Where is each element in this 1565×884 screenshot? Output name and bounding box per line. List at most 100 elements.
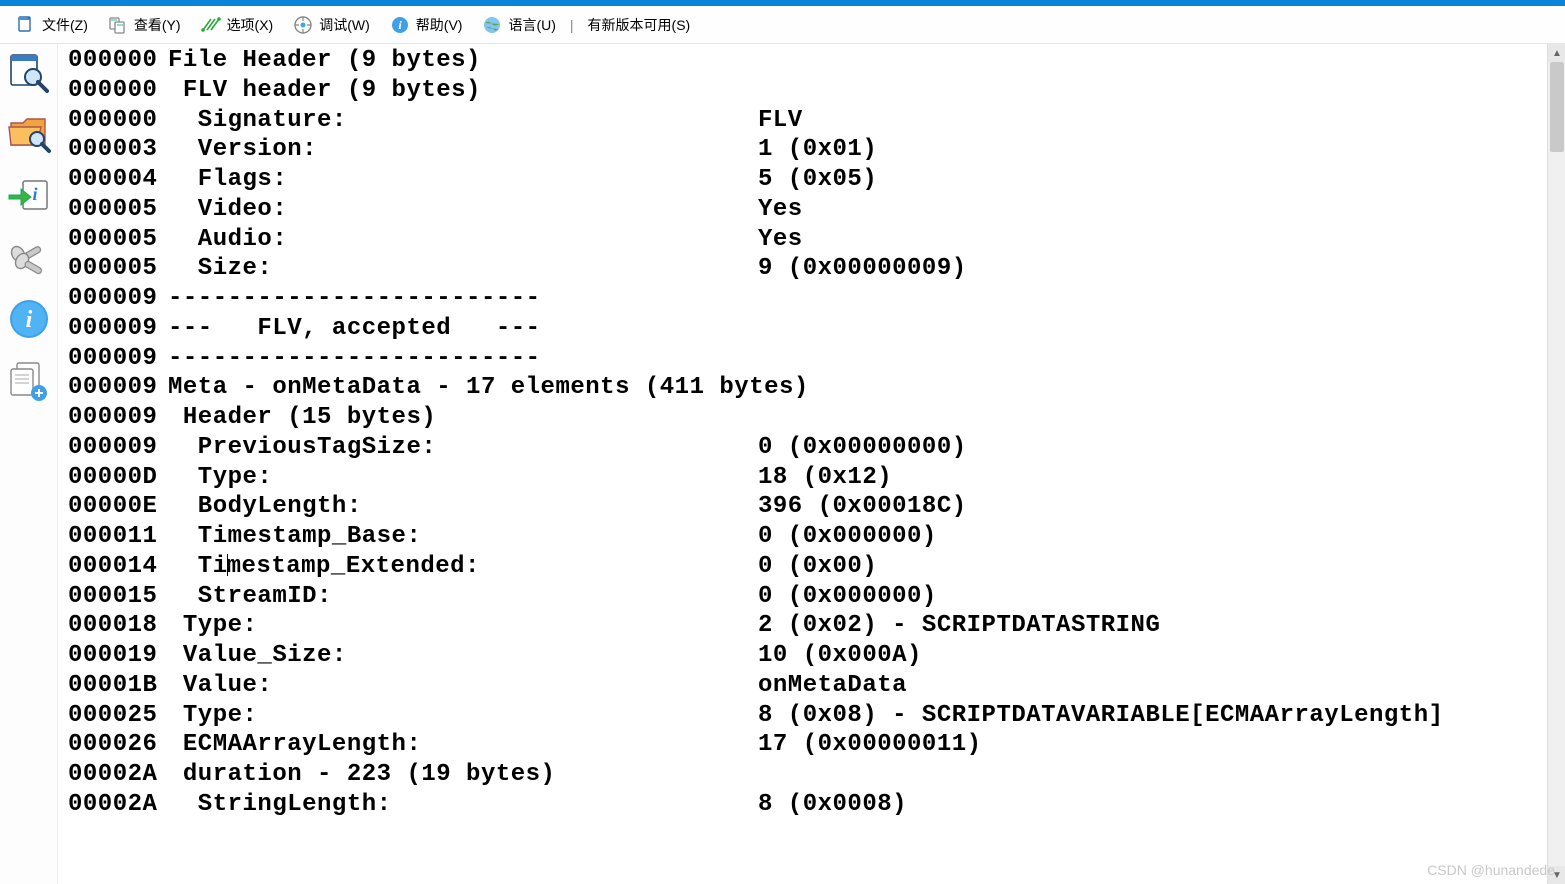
data-row: 00002A duration - 223 (19 bytes) — [68, 760, 1547, 790]
row-value: FLV — [758, 106, 803, 136]
data-row: 000018 Type:2 (0x02) - SCRIPTDATASTRING — [68, 611, 1547, 641]
help-icon: i — [390, 15, 410, 35]
row-address: 000009 — [68, 373, 168, 403]
tool-search[interactable] — [6, 48, 52, 94]
data-row: 000000 Signature:FLV — [68, 106, 1547, 136]
row-label: Meta - onMetaData - 17 elements (411 byt… — [168, 373, 809, 403]
row-address: 000000 — [68, 76, 168, 106]
row-address: 000025 — [68, 701, 168, 731]
row-value: 10 (0x000A) — [758, 641, 922, 671]
data-row: 000005 Size: 9 (0x00000009) — [68, 254, 1547, 284]
options-icon — [201, 15, 221, 35]
vertical-scrollbar[interactable]: ▲ ▼ — [1547, 44, 1565, 884]
menu-update[interactable]: 有新版本可用(S) — [578, 12, 701, 38]
data-row: 00002A StringLength: 8 (0x0008) — [68, 790, 1547, 820]
row-value: onMetaData — [758, 671, 907, 701]
text-cursor — [227, 554, 228, 576]
row-address: 000005 — [68, 225, 168, 255]
row-label: PreviousTagSize: — [168, 433, 436, 463]
data-row: 000015 StreamID:0 (0x000000) — [68, 582, 1547, 612]
row-value: 0 (0x000000) — [758, 582, 937, 612]
row-label: ------------------------- — [168, 344, 541, 374]
tool-folder-search[interactable] — [6, 110, 52, 156]
row-label: --- FLV, accepted --- — [168, 314, 541, 344]
view-icon — [108, 15, 128, 35]
row-label: Type: — [168, 701, 257, 731]
data-row: 000025 Type:8 (0x08) - SCRIPTDATAVARIABL… — [68, 701, 1547, 731]
row-value: Yes — [758, 225, 803, 255]
row-address: 000003 — [68, 135, 168, 165]
tool-settings[interactable] — [6, 234, 52, 280]
watermark: CSDN @hunandede — [1427, 862, 1555, 878]
row-address: 00002A — [68, 790, 168, 820]
row-address: 00000D — [68, 463, 168, 493]
data-row: 000005 Audio:Yes — [68, 225, 1547, 255]
row-label: duration - 223 (19 bytes) — [168, 760, 555, 790]
data-row: 000019 Value_Size:10 (0x000A) — [68, 641, 1547, 671]
row-value: 0 (0x000000) — [758, 522, 937, 552]
row-address: 000011 — [68, 522, 168, 552]
data-row: 000009------------------------- — [68, 344, 1547, 374]
menu-debug-label: 调试(W) — [319, 15, 370, 35]
data-row: 000000 FLV header (9 bytes) — [68, 76, 1547, 106]
content-pane[interactable]: 000000File Header (9 bytes)000000 FLV he… — [58, 44, 1547, 884]
row-value: 2 (0x02) - SCRIPTDATASTRING — [758, 611, 1160, 641]
row-address: 00000E — [68, 492, 168, 522]
menu-help[interactable]: i 帮助(V) — [380, 12, 473, 38]
row-label: Timestamp_Extended: — [168, 552, 480, 582]
tool-info[interactable]: i — [6, 296, 52, 342]
row-value: 0 (0x00) — [758, 552, 877, 582]
scroll-thumb[interactable] — [1550, 62, 1564, 152]
row-label: StringLength: — [168, 790, 392, 820]
row-address: 000005 — [68, 254, 168, 284]
menu-lang[interactable]: 语言(U) — [472, 12, 565, 38]
row-value: 5 (0x05) — [758, 165, 877, 195]
row-value: 8 (0x0008) — [758, 790, 907, 820]
data-row: 000009--- FLV, accepted --- — [68, 314, 1547, 344]
row-label: Timestamp_Base: — [168, 522, 421, 552]
row-label: ------------------------- — [168, 284, 541, 314]
svg-text:i: i — [25, 307, 32, 333]
data-row: 000009------------------------- — [68, 284, 1547, 314]
row-address: 00001B — [68, 671, 168, 701]
row-address: 000009 — [68, 433, 168, 463]
tool-copy-share[interactable] — [6, 358, 52, 404]
row-address: 000004 — [68, 165, 168, 195]
row-value: 0 (0x00000000) — [758, 433, 967, 463]
data-row: 000009 Header (15 bytes) — [68, 403, 1547, 433]
row-label: Value: — [168, 671, 272, 701]
row-label: Version: — [168, 135, 317, 165]
data-row: 000004 Flags: 5 (0x05) — [68, 165, 1547, 195]
row-label: Header (15 bytes) — [168, 403, 436, 433]
data-row: 000009Meta - onMetaData - 17 elements (4… — [68, 373, 1547, 403]
row-label: FLV header (9 bytes) — [168, 76, 481, 106]
data-row: 00000E BodyLength:396 (0x00018C) — [68, 492, 1547, 522]
row-address: 000009 — [68, 314, 168, 344]
menu-file-label: 文件(Z) — [42, 15, 88, 35]
row-label: Type: — [168, 463, 272, 493]
row-label: Flags: — [168, 165, 287, 195]
menu-file[interactable]: 文件(Z) — [6, 12, 98, 38]
row-address: 000000 — [68, 46, 168, 76]
data-row: 000009 PreviousTagSize: 0 (0x00000000) — [68, 433, 1547, 463]
row-label: Type: — [168, 611, 257, 641]
file-icon — [16, 15, 36, 35]
row-label: Size: — [168, 254, 272, 284]
row-address: 000026 — [68, 730, 168, 760]
menu-view[interactable]: 查看(Y) — [98, 12, 191, 38]
row-label: Video: — [168, 195, 287, 225]
row-value: 1 (0x01) — [758, 135, 877, 165]
menu-debug[interactable]: 调试(W) — [283, 12, 380, 38]
data-row: 000000File Header (9 bytes) — [68, 46, 1547, 76]
menu-options[interactable]: 选项(X) — [191, 12, 284, 38]
row-address: 000014 — [68, 552, 168, 582]
menu-help-label: 帮助(V) — [416, 15, 463, 35]
tool-export-info[interactable]: i — [6, 172, 52, 218]
row-label: ECMAArrayLength: — [168, 730, 421, 760]
scroll-up-icon[interactable]: ▲ — [1548, 44, 1565, 62]
row-value: 9 (0x00000009) — [758, 254, 967, 284]
row-address: 000009 — [68, 403, 168, 433]
data-row: 00000D Type:18 (0x12) — [68, 463, 1547, 493]
data-row: 00001B Value: onMetaData — [68, 671, 1547, 701]
menu-view-label: 查看(Y) — [134, 15, 181, 35]
